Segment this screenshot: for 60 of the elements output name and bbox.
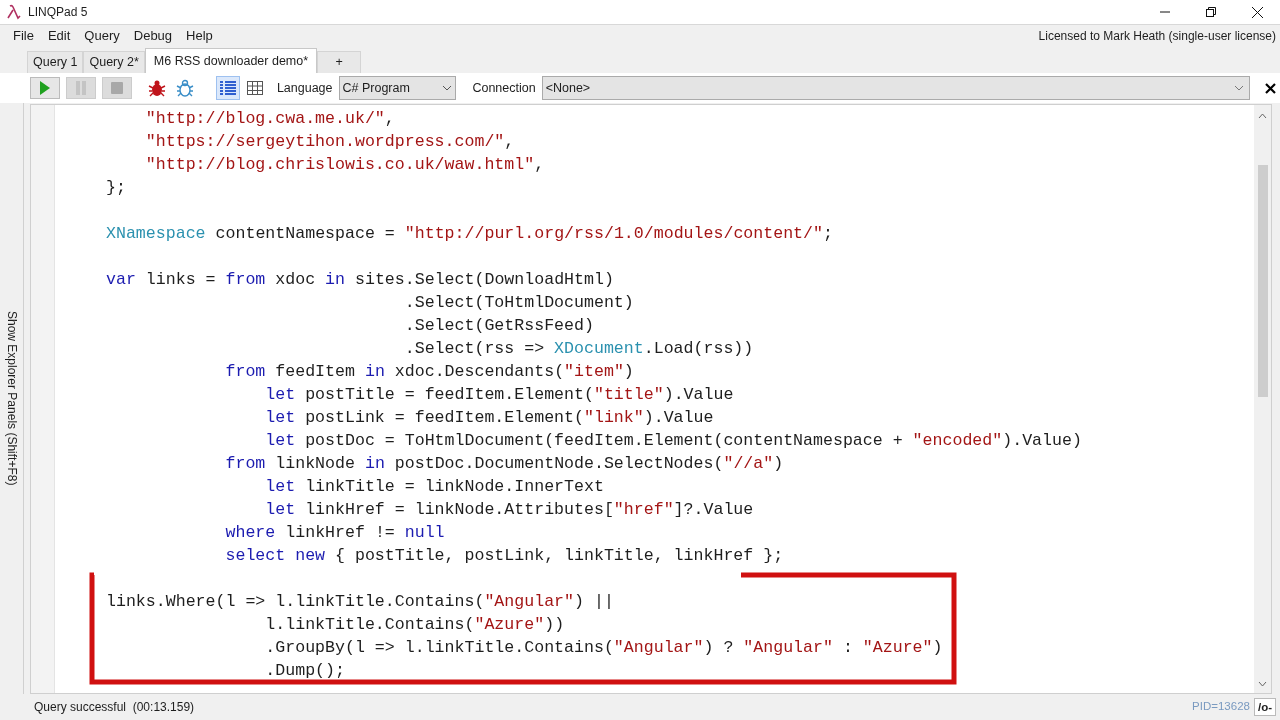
process-id: PID=13628	[1192, 699, 1250, 715]
code-line: let postDoc = ToHtmlDocument(feedItem.Element(contentNamespace + "encoded").Value)	[264, 430, 1082, 452]
code-line: select new { postTitle, postLink, linkTitle, linkHref };	[224, 545, 784, 567]
code-line: "http://blog.chrislowis.co.uk/waw.html",	[144, 154, 545, 176]
play-icon	[40, 81, 50, 95]
close-icon	[1264, 82, 1276, 94]
code-line: let postTitle = feedItem.Element("title").Value	[264, 384, 734, 406]
menu-item[interactable]: Query	[77, 25, 127, 46]
code-line: from feedItem in xdoc.Descendants("item")	[224, 361, 634, 383]
restore-icon	[1206, 7, 1216, 17]
stop-button[interactable]	[101, 77, 132, 99]
code-line: let postLink = feedItem.Element("link").Value	[264, 407, 714, 429]
run-button[interactable]	[30, 77, 60, 99]
code-line: .GroupBy(l => l.linkTitle.Contains("Angular") ? "Angular" : "Azure")	[264, 637, 943, 659]
menu-item[interactable]: Debug	[126, 25, 180, 46]
code-line: let linkHref = linkNode.Attributes["href"]?.Value	[264, 499, 754, 521]
code-line: XNamespace contentNamespace = "http://purl.org/rss/1.0/modules/content/";	[106, 223, 833, 245]
code-line: .Dump();	[264, 660, 345, 682]
grid-view-icon	[245, 80, 264, 96]
close-icon	[1251, 6, 1263, 18]
license-text: Licensed to Mark Heath (single-user license)	[1038, 27, 1276, 45]
query-tab[interactable]: M6 RSS downloader demo*	[144, 48, 318, 73]
window-title: LINQPad 5	[28, 4, 88, 21]
scroll-up-icon	[1258, 113, 1267, 119]
menu-item[interactable]: File	[6, 25, 41, 46]
connection-label: Connection	[472, 79, 536, 97]
bug-icon	[147, 79, 166, 97]
menu-item[interactable]: Edit	[40, 25, 78, 46]
pause-icon	[74, 81, 87, 95]
code-line: .Select(rss => XDocument.Load(rss))	[403, 338, 754, 360]
result-view-button[interactable]	[215, 76, 240, 100]
chevron-down-icon	[1234, 85, 1244, 91]
scrollbar-thumb[interactable]	[1257, 165, 1268, 397]
query-tab[interactable]: Query 2*	[83, 51, 145, 73]
code-line: let linkTitle = linkNode.InnerText	[264, 476, 604, 498]
list-view-icon	[218, 80, 237, 96]
language-label: Language	[276, 79, 333, 97]
code-line: "http://blog.cwa.me.uk/",	[144, 108, 395, 130]
lambda-logo-icon	[6, 4, 22, 20]
chevron-down-icon	[442, 85, 453, 91]
query-tab[interactable]: +	[317, 51, 362, 73]
query-tab[interactable]: Query 1	[27, 51, 84, 73]
optimize-toggle[interactable]: /o-	[1253, 698, 1276, 716]
code-line: from linkNode in postDoc.DocumentNode.SelectNodes("//a")	[224, 453, 784, 475]
code-line: "https://sergeytihon.wordpress.com/",	[144, 131, 515, 153]
code-line: .Select(GetRssFeed)	[403, 315, 594, 337]
code-line: var links = from xdoc in sites.Select(DownloadHtml)	[106, 269, 614, 291]
vertical-scrollbar[interactable]	[1254, 105, 1271, 693]
status-message: Query successful (00:13.159)	[34, 699, 195, 716]
bug-icon	[175, 79, 194, 97]
stop-icon	[110, 82, 123, 94]
code-line: };	[106, 177, 126, 199]
code-line: .Select(ToHtmlDocument)	[403, 292, 634, 314]
code-line: l.linkTitle.Contains("Azure"))	[264, 614, 565, 636]
code-line: where linkHref != null	[224, 522, 445, 544]
code-line: links.Where(l => l.linkTitle.Contains("Angular") ||	[106, 591, 614, 613]
connection-dropdown[interactable]: <None>	[541, 76, 1250, 100]
scroll-down-icon	[1258, 681, 1267, 687]
language-dropdown[interactable]: C# Program	[338, 76, 457, 100]
menu-item[interactable]: Help	[179, 25, 220, 46]
